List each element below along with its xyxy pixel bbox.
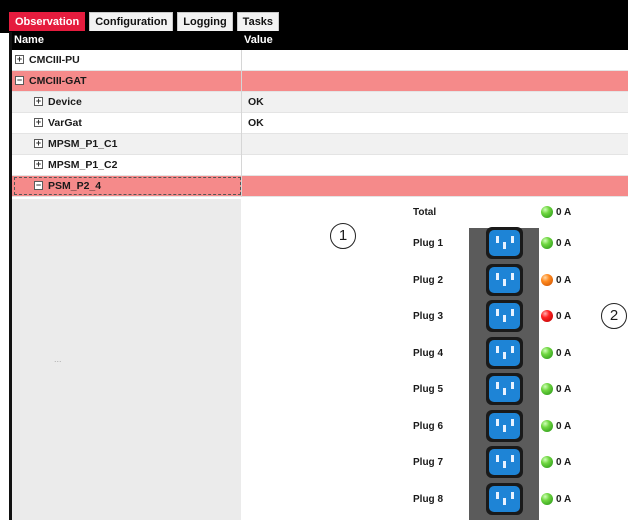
power-socket-icon bbox=[486, 263, 523, 296]
plug-status-led-icon bbox=[541, 273, 553, 286]
column-divider bbox=[241, 134, 242, 155]
plug-label: Plug 8 bbox=[413, 493, 444, 505]
tree-row-name: PSM_P2_4 bbox=[48, 180, 102, 192]
plug-current: 0 A bbox=[556, 457, 572, 468]
total-status-led-icon bbox=[541, 206, 553, 218]
expand-icon[interactable]: + bbox=[34, 160, 43, 169]
total-current: 0 A bbox=[556, 207, 572, 218]
tab-configuration[interactable]: Configuration bbox=[89, 12, 174, 31]
tree-row-name: MPSM_P1_C2 bbox=[48, 159, 118, 171]
power-socket-icon bbox=[486, 300, 523, 332]
plug-current: 0 A bbox=[556, 238, 572, 249]
plug-label: Plug 4 bbox=[413, 347, 444, 359]
plug-label: Plug 5 bbox=[413, 384, 444, 395]
column-divider bbox=[241, 50, 242, 71]
plug-status-led-icon bbox=[541, 492, 553, 505]
column-name-header: Name bbox=[14, 34, 44, 46]
power-socket-icon bbox=[486, 482, 523, 515]
expand-icon[interactable]: + bbox=[34, 139, 43, 148]
column-header: Name Value bbox=[12, 32, 628, 50]
total-label: Total bbox=[413, 207, 437, 218]
plug-current: 0 A bbox=[556, 311, 572, 322]
observation-panel: Name Value + CMCIII-PU − CMCIII-GAT + Device O… bbox=[9, 32, 628, 520]
plug-label: Plug 3 bbox=[413, 311, 444, 322]
callout-2: 2 bbox=[601, 303, 627, 329]
column-divider bbox=[241, 92, 242, 113]
tree-row-value: OK bbox=[248, 96, 264, 108]
plug-current: 0 A bbox=[556, 347, 572, 359]
callout-1: 1 bbox=[330, 223, 356, 249]
plug-label: Plug 7 bbox=[413, 457, 444, 468]
expand-icon[interactable]: + bbox=[15, 55, 24, 64]
power-socket-icon bbox=[486, 446, 523, 478]
expand-icon[interactable]: + bbox=[34, 97, 43, 106]
tree-row[interactable]: + Device OK bbox=[12, 92, 628, 113]
tree-row[interactable]: − PSM_P2_4 bbox=[12, 176, 628, 197]
collapse-icon[interactable]: − bbox=[15, 76, 24, 85]
column-divider bbox=[241, 155, 242, 176]
plug-current: 0 A bbox=[556, 493, 572, 505]
plug-status-led-icon bbox=[541, 346, 553, 359]
tab-observation[interactable]: Observation bbox=[9, 12, 86, 31]
plug-status-led-icon bbox=[541, 310, 553, 322]
tree-row-value: OK bbox=[248, 117, 264, 129]
tree-row-name: Device bbox=[48, 96, 82, 108]
column-value-header: Value bbox=[244, 34, 273, 46]
plug-current: 0 A bbox=[556, 420, 572, 432]
tree-row-name: VarGat bbox=[48, 117, 82, 129]
power-socket-icon bbox=[486, 409, 523, 442]
tree-row-name: CMCIII-PU bbox=[29, 54, 80, 66]
psm-view: Total 0 A Plug 1 0 A Plug 2 0 A Plug 3 0 A Plu… bbox=[242, 199, 628, 520]
plug-label: Plug 1 bbox=[413, 238, 444, 249]
tab-tasks[interactable]: Tasks bbox=[236, 12, 280, 31]
power-socket-icon bbox=[486, 373, 523, 405]
tab-logging[interactable]: Logging bbox=[177, 12, 233, 31]
plug-status-led-icon bbox=[541, 456, 553, 468]
plug-current: 0 A bbox=[556, 274, 572, 286]
tree-row[interactable]: + MPSM_P1_C2 bbox=[12, 155, 628, 176]
tree-empty-area: ... bbox=[12, 199, 241, 520]
tree-row[interactable]: + VarGat OK bbox=[12, 113, 628, 134]
tree-row[interactable]: + CMCIII-PU bbox=[12, 50, 628, 71]
tree-row-name: CMCIII-GAT bbox=[29, 75, 87, 87]
tree-row-name: MPSM_P1_C1 bbox=[48, 138, 118, 150]
power-socket-icon bbox=[486, 227, 523, 259]
column-divider bbox=[241, 113, 242, 134]
tab-bar: Observation Configuration Logging Tasks bbox=[0, 0, 628, 33]
plug-status-led-icon bbox=[541, 383, 553, 395]
plug-label: Plug 2 bbox=[413, 274, 444, 286]
expand-icon[interactable]: + bbox=[34, 118, 43, 127]
tree-row[interactable]: − CMCIII-GAT bbox=[12, 71, 628, 92]
column-divider bbox=[241, 176, 242, 197]
plug-label: Plug 6 bbox=[413, 420, 444, 432]
power-socket-icon bbox=[486, 336, 523, 369]
column-divider bbox=[241, 71, 242, 92]
tree-row[interactable]: + MPSM_P1_C1 bbox=[12, 134, 628, 155]
plug-status-led-icon bbox=[541, 419, 553, 432]
collapse-icon[interactable]: − bbox=[34, 181, 43, 190]
plug-status-led-icon bbox=[541, 237, 553, 249]
plug-current: 0 A bbox=[556, 384, 572, 395]
ellipsis-text: ... bbox=[54, 354, 62, 364]
